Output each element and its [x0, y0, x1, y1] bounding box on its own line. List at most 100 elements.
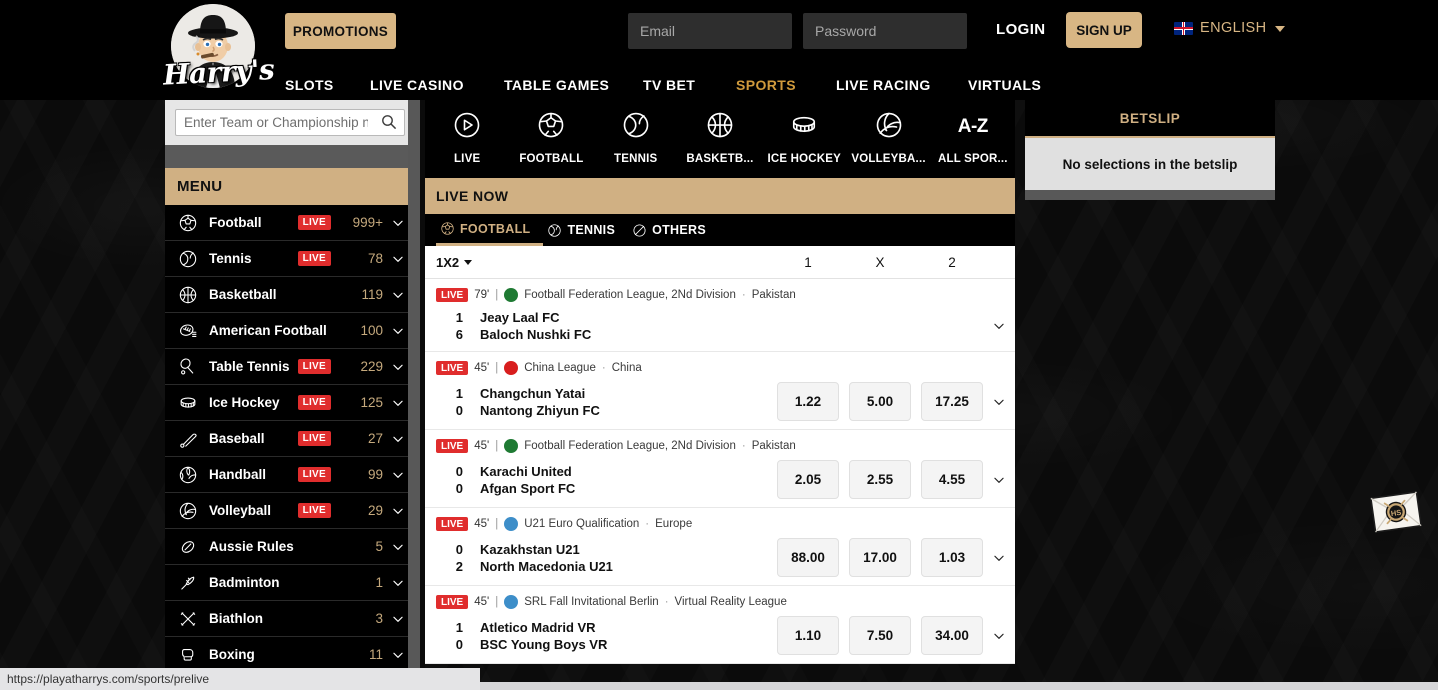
- tab-others[interactable]: OTHERS: [628, 214, 719, 246]
- match-row[interactable]: LIVE45'|China League·China10Changchun Ya…: [425, 352, 1015, 430]
- sidebar-item-handball[interactable]: HandballLIVE99: [165, 457, 415, 493]
- sidebar-item-ice-hockey[interactable]: Ice HockeyLIVE125: [165, 385, 415, 421]
- sport-quicklink-label: ICE HOCKEY: [767, 153, 841, 165]
- league-flag-icon: [504, 361, 518, 375]
- match-meta: LIVE79'|Football Federation League, 2Nd …: [425, 286, 1015, 304]
- chevron-down-icon[interactable]: [391, 252, 405, 266]
- chevron-down-icon[interactable]: [983, 551, 1015, 565]
- email-field[interactable]: [628, 13, 792, 49]
- meta-separator: |: [495, 518, 498, 530]
- sidebar-item-basketball[interactable]: Basketball119: [165, 277, 415, 313]
- away-team: North Macedonia U21: [480, 558, 777, 575]
- sidebar-item-baseball[interactable]: BaseballLIVE27: [165, 421, 415, 457]
- nav-item-sports[interactable]: SPORTS: [736, 77, 796, 93]
- league-name: China League: [524, 362, 596, 374]
- match-row[interactable]: LIVE79'|Football Federation League, 2Nd …: [425, 279, 1015, 352]
- chevron-down-icon[interactable]: [391, 540, 405, 554]
- sidebar-item-badminton[interactable]: Badminton1: [165, 565, 415, 601]
- chevron-down-icon[interactable]: [983, 319, 1015, 333]
- login-button[interactable]: LOGIN: [996, 21, 1046, 38]
- chevron-down-icon[interactable]: [391, 468, 405, 482]
- chevron-down-icon[interactable]: [391, 504, 405, 518]
- live-badge: LIVE: [436, 595, 468, 609]
- odds-button-2[interactable]: 4.55: [921, 460, 983, 499]
- chevron-down-icon[interactable]: [391, 612, 405, 626]
- odds-button-x[interactable]: 17.00: [849, 538, 911, 577]
- sidebar-item-count: 1: [341, 575, 383, 590]
- odds-button-1[interactable]: 2.05: [777, 460, 839, 499]
- sidebar-scrollbar[interactable]: [408, 100, 420, 690]
- sidebar-item-american-football[interactable]: American Football100: [165, 313, 415, 349]
- chevron-down-icon[interactable]: [391, 648, 405, 662]
- nav-item-table-games[interactable]: TABLE GAMES: [504, 77, 609, 93]
- sidebar-item-count: 29: [341, 503, 383, 518]
- promotions-button[interactable]: PROMOTIONS: [285, 13, 396, 49]
- sidebar-item-biathlon[interactable]: Biathlon3: [165, 601, 415, 637]
- away-team: Afgan Sport FC: [480, 480, 777, 497]
- odds-button-1[interactable]: 88.00: [777, 538, 839, 577]
- search-input[interactable]: [176, 110, 376, 135]
- tab-tennis[interactable]: TENNIS: [543, 214, 628, 246]
- odds-button-x[interactable]: 7.50: [849, 616, 911, 655]
- handball-icon: [177, 464, 199, 486]
- sport-quicklink-allspor[interactable]: A-ZALL SPOR...: [931, 108, 1015, 165]
- odds-button-x[interactable]: 2.55: [849, 460, 911, 499]
- chevron-down-icon[interactable]: [983, 473, 1015, 487]
- password-field[interactable]: [803, 13, 967, 49]
- sport-quicklink-icehockey[interactable]: ICE HOCKEY: [762, 108, 846, 165]
- sport-quicklink-basketb[interactable]: BASKETB...: [678, 108, 762, 165]
- odds-button-2[interactable]: 17.25: [921, 382, 983, 421]
- match-row[interactable]: LIVE45'|SRL Fall Invitational Berlin·Vir…: [425, 586, 1015, 664]
- sidebar-item-football[interactable]: FootballLIVE999+: [165, 205, 415, 241]
- nav-item-tv-bet[interactable]: TV BET: [643, 77, 695, 93]
- search-icon[interactable]: [381, 114, 397, 130]
- nav-item-live-racing[interactable]: LIVE RACING: [836, 77, 931, 93]
- tab-football[interactable]: FOOTBALL: [436, 214, 543, 246]
- sport-quicklink-live[interactable]: LIVE: [425, 108, 509, 165]
- sport-quicklink-tennis[interactable]: TENNIS: [594, 108, 678, 165]
- sport-quicklink-volleyba[interactable]: VOLLEYBA...: [846, 108, 930, 165]
- match-row[interactable]: LIVE45'|Football Federation League, 2Nd …: [425, 430, 1015, 508]
- chevron-down-icon[interactable]: [983, 629, 1015, 643]
- search-box[interactable]: [175, 109, 405, 136]
- sidebar-item-volleyball[interactable]: VolleyballLIVE29: [165, 493, 415, 529]
- nav-item-virtuals[interactable]: VIRTUALS: [968, 77, 1041, 93]
- chevron-down-icon[interactable]: [391, 432, 405, 446]
- mail-widget[interactable]: HS: [1370, 491, 1423, 533]
- nav-item-live-casino[interactable]: LIVE CASINO: [370, 77, 464, 93]
- sidebar-item-label: Table Tennis: [209, 359, 298, 374]
- signup-button[interactable]: SIGN UP: [1066, 12, 1142, 48]
- match-teams: Kazakhstan U21North Macedonia U21: [463, 541, 777, 575]
- sidebar-item-tennis[interactable]: TennisLIVE78: [165, 241, 415, 277]
- odds-button-2[interactable]: 1.03: [921, 538, 983, 577]
- match-minute: 45': [474, 518, 489, 530]
- sidebar-item-count: 3: [341, 611, 383, 626]
- football-icon: [440, 221, 455, 236]
- chevron-down-icon[interactable]: [391, 216, 405, 230]
- sidebar-item-count: 100: [341, 323, 383, 338]
- chevron-down-icon[interactable]: [391, 576, 405, 590]
- live-badge: LIVE: [298, 503, 331, 518]
- odds-button-1[interactable]: 1.10: [777, 616, 839, 655]
- chevron-down-icon[interactable]: [391, 324, 405, 338]
- away-score: 0: [433, 402, 463, 419]
- chevron-down-icon[interactable]: [391, 396, 405, 410]
- sidebar-item-count: 99: [341, 467, 383, 482]
- match-row[interactable]: LIVE45'|U21 Euro Qualification·Europe02K…: [425, 508, 1015, 586]
- sidebar-item-table-tennis[interactable]: Table TennisLIVE229: [165, 349, 415, 385]
- sidebar-item-aussie-rules[interactable]: Aussie Rules5: [165, 529, 415, 565]
- odds-button-1[interactable]: 1.22: [777, 382, 839, 421]
- chevron-down-icon[interactable]: [391, 360, 405, 374]
- sidebar-divider: [165, 145, 415, 168]
- chevron-down-icon[interactable]: [983, 395, 1015, 409]
- language-selector[interactable]: ENGLISH: [1174, 20, 1285, 36]
- nav-item-slots[interactable]: SLOTS: [285, 77, 334, 93]
- match-odds: 1.10 7.50 34.00: [777, 616, 983, 655]
- sport-quicklink-football[interactable]: FOOTBALL: [509, 108, 593, 165]
- live-badge: LIVE: [436, 439, 468, 453]
- odds-button-2[interactable]: 34.00: [921, 616, 983, 655]
- match-teams: Atletico Madrid VRBSC Young Boys VR: [463, 619, 777, 653]
- market-selector[interactable]: 1X2: [436, 255, 472, 270]
- chevron-down-icon[interactable]: [391, 288, 405, 302]
- odds-button-x[interactable]: 5.00: [849, 382, 911, 421]
